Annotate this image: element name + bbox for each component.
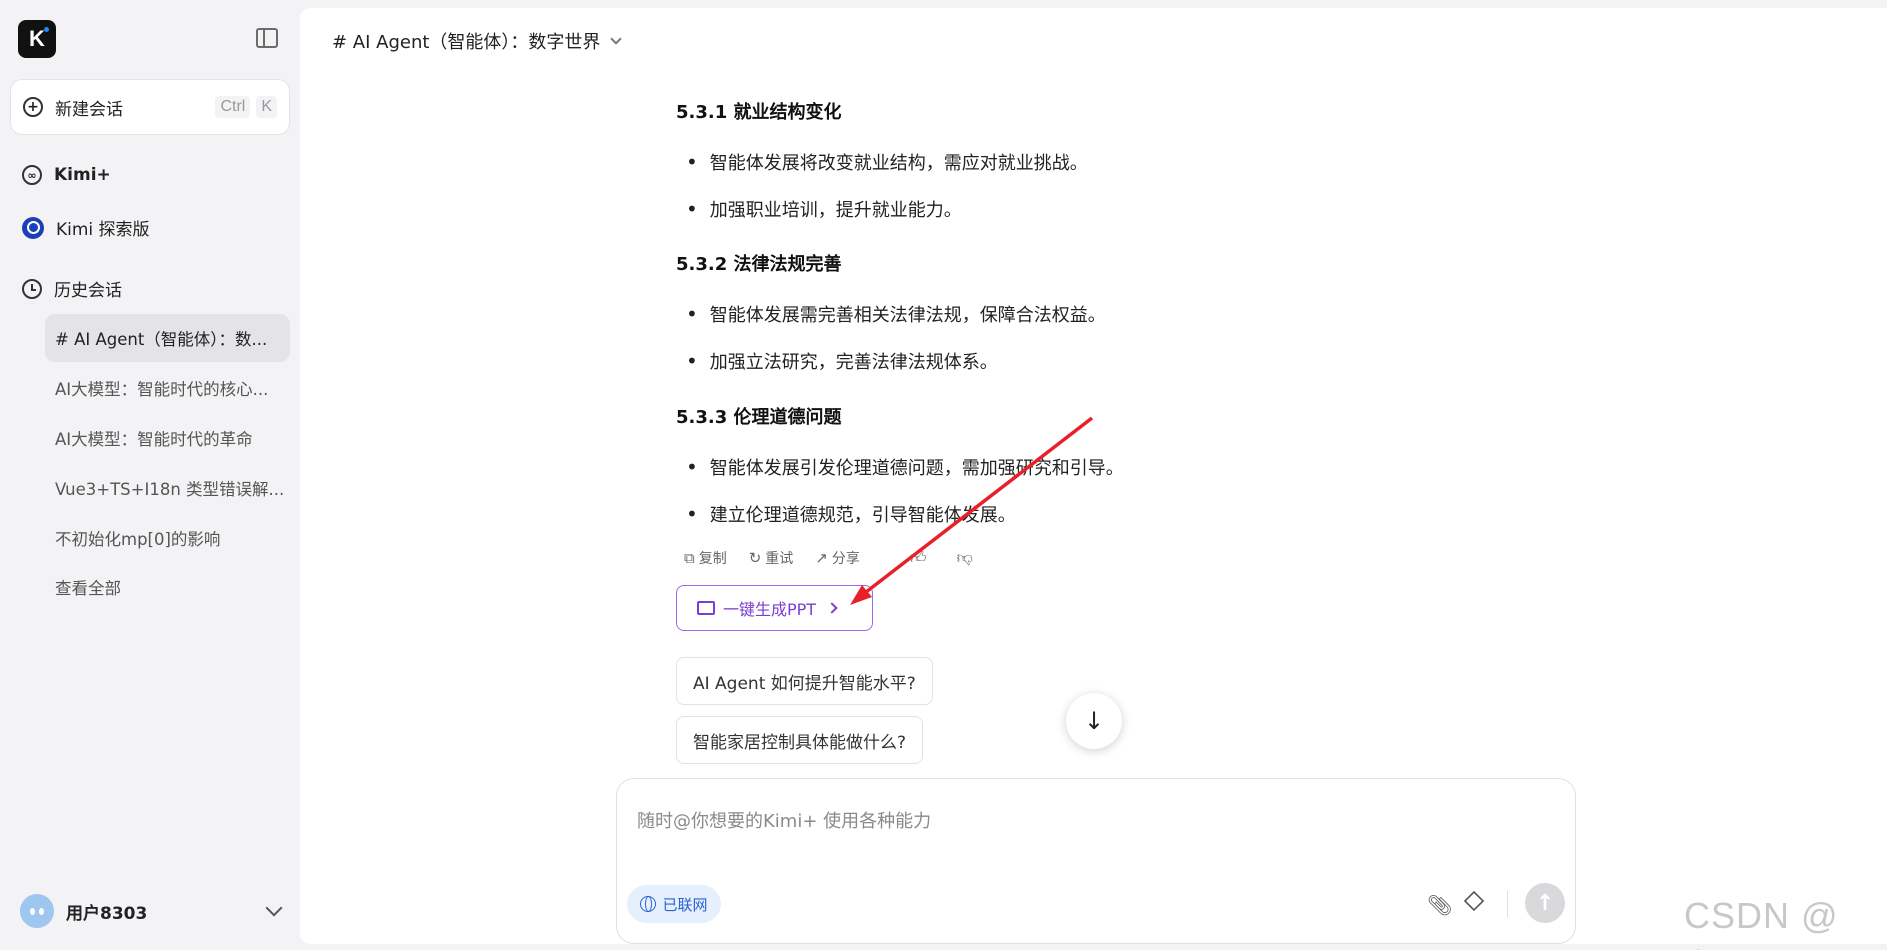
list-item: 智能体发展将改变就业结构，需应对就业挑战。 — [686, 149, 1088, 175]
history-item[interactable]: # AI Agent（智能体）：数... — [45, 314, 290, 362]
share-button[interactable]: ↗ 分享 — [815, 548, 860, 568]
shortcut-key-ctrl: Ctrl — [215, 96, 251, 118]
section-title: 就业结构变化 — [733, 102, 842, 123]
paperclip-icon[interactable]: 📎︎ — [1427, 893, 1452, 917]
composer-placeholder[interactable]: 随时@你想要的Kimi+ 使用各种能力 — [637, 807, 931, 833]
list-item: 加强职业培训，提升就业能力。 — [686, 196, 962, 222]
explore-icon — [22, 216, 44, 239]
thumbs-down-icon[interactable]: 👎︎ — [957, 548, 973, 568]
avatar — [20, 894, 54, 928]
message-composer[interactable]: 随时@你想要的Kimi+ 使用各种能力 已联网 📎︎ ↑ — [616, 778, 1576, 944]
view-all-link[interactable]: 查看全部 — [45, 563, 290, 611]
section-number: 5.3.2 — [676, 254, 734, 275]
sidebar: K + 新建会话 Ctrl K ∞ Kimi+ Kimi 探索版 历史会话 # … — [0, 0, 300, 950]
watermark: CSDN @心.c — [1684, 895, 1839, 950]
section-number: 5.3.3 — [676, 407, 734, 428]
chevron-down-icon — [610, 33, 623, 45]
list-item: 加强立法研究，完善法律法规体系。 — [686, 348, 998, 374]
sidebar-toggle-icon[interactable] — [256, 28, 278, 48]
arrow-up-icon: ↑ — [1535, 890, 1555, 916]
section-number: 5.3.1 — [676, 102, 734, 123]
generate-ppt-button[interactable]: 一键生成PPT — [676, 585, 873, 631]
message-actions: ⧉ 复制 ↻ 重试 ↗ 分享 👍︎ 👎︎ — [684, 548, 1003, 568]
sidebar-item-label: 历史会话 — [54, 281, 122, 301]
share-icon: ↗ — [815, 549, 828, 567]
generate-ppt-label: 一键生成PPT — [723, 600, 817, 619]
scroll-to-bottom-button[interactable]: ↓ — [1066, 693, 1122, 749]
plus-circle-icon: + — [23, 97, 43, 117]
copy-button[interactable]: ⧉ 复制 — [684, 548, 727, 568]
list-item: 建立伦理道德规范，引导智能体发展。 — [686, 501, 1016, 527]
thumbs-up-icon[interactable]: 👍︎ — [910, 548, 927, 568]
divider — [1507, 891, 1508, 917]
cube-icon[interactable] — [1463, 890, 1485, 912]
new-chat-button[interactable]: + 新建会话 Ctrl K — [10, 79, 290, 135]
main-panel: # AI Agent（智能体）：数字世界 5.3.1 就业结构变化 智能体发展将… — [300, 8, 1887, 944]
sidebar-item-label: Kimi 探索版 — [56, 220, 150, 240]
retry-button[interactable]: ↻ 重试 — [749, 548, 794, 568]
history-item[interactable]: AI大模型：智能时代的核心... — [45, 364, 290, 412]
history-item[interactable]: Vue3+TS+I18n 类型错误解... — [45, 464, 290, 512]
shortcut-key-k: K — [256, 96, 277, 118]
section-heading: 5.3.3 伦理道德问题 — [676, 403, 842, 429]
web-search-toggle[interactable]: 已联网 — [627, 885, 721, 923]
user-name: 用户8303 — [66, 903, 148, 924]
suggested-question[interactable]: 智能家居控制具体能做什么? — [676, 716, 924, 764]
share-label: 分享 — [831, 551, 860, 567]
arrow-down-icon: ↓ — [1083, 707, 1105, 735]
clock-icon — [22, 278, 42, 299]
sidebar-item-kimi-plus[interactable]: ∞ Kimi+ — [22, 165, 111, 185]
list-item: 智能体发展需完善相关法律法规，保障合法权益。 — [686, 301, 1106, 327]
section-heading: 5.3.2 法律法规完善 — [676, 250, 842, 276]
chevron-down-icon — [265, 899, 283, 917]
kimi-logo[interactable]: K — [18, 20, 56, 58]
shortcut-hint: Ctrl K — [209, 96, 277, 118]
chevron-right-icon — [826, 602, 838, 614]
kimi-plus-icon: ∞ — [22, 165, 42, 185]
history-item[interactable]: 不初始化mp[0]的影响 — [45, 514, 290, 562]
suggested-question[interactable]: AI Agent 如何提升智能水平? — [676, 657, 933, 705]
web-search-label: 已联网 — [662, 895, 708, 914]
copy-label: 复制 — [698, 551, 727, 567]
conversation-title[interactable]: # AI Agent（智能体）：数字世界 — [332, 28, 623, 54]
retry-label: 重试 — [765, 551, 794, 567]
presentation-icon — [697, 601, 715, 615]
sidebar-item-label: Kimi+ — [54, 165, 111, 185]
list-item: 智能体发展引发伦理道德问题，需加强研究和引导。 — [686, 454, 1124, 480]
new-chat-label: 新建会话 — [55, 99, 123, 120]
history-item[interactable]: AI大模型：智能时代的革命 — [45, 414, 290, 462]
page-title: # AI Agent（智能体）：数字世界 — [332, 32, 601, 53]
section-heading: 5.3.1 就业结构变化 — [676, 98, 842, 124]
user-menu[interactable]: 用户8303 — [20, 894, 283, 928]
copy-icon: ⧉ — [684, 549, 695, 567]
globe-icon — [640, 896, 657, 912]
refresh-icon: ↻ — [748, 549, 762, 567]
sidebar-item-history[interactable]: 历史会话 — [22, 276, 122, 301]
section-title: 伦理道德问题 — [733, 407, 842, 428]
send-button[interactable]: ↑ — [1525, 883, 1565, 923]
section-title: 法律法规完善 — [733, 254, 842, 275]
sidebar-item-kimi-explore[interactable]: Kimi 探索版 — [22, 215, 150, 240]
